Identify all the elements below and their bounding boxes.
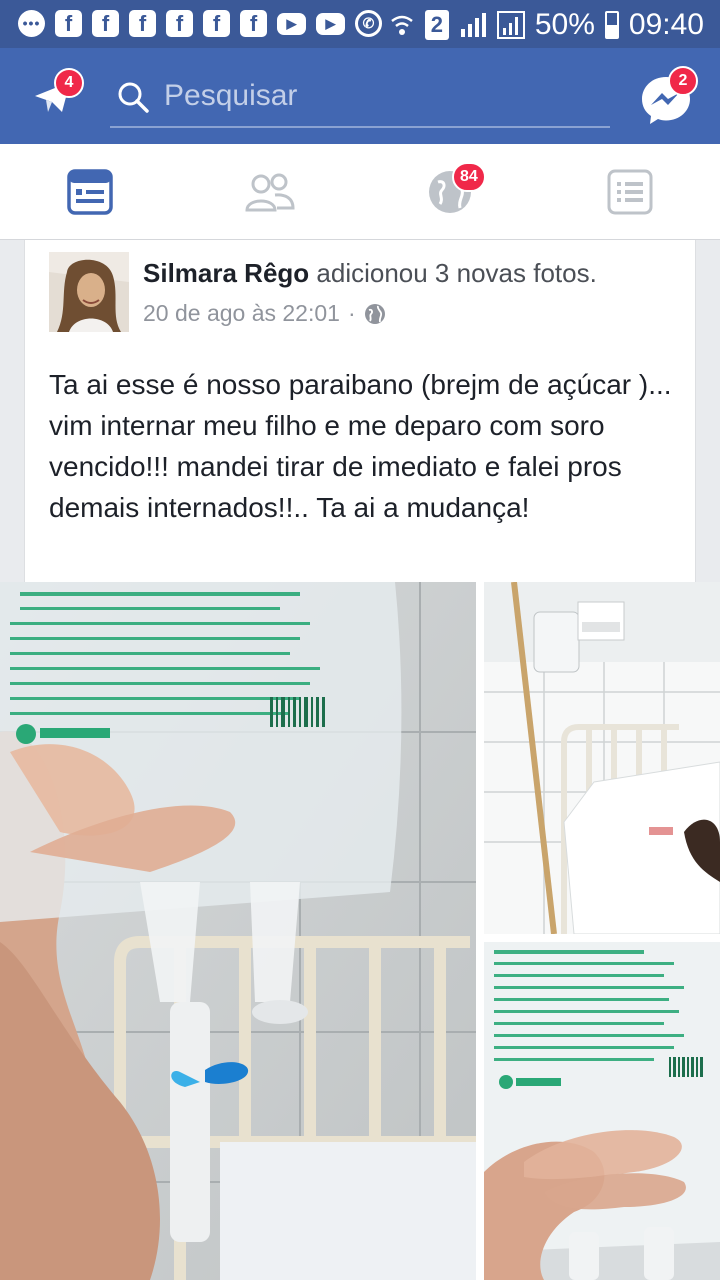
facebook-icon: f <box>203 10 230 37</box>
tab-news-feed[interactable] <box>0 144 180 240</box>
whatsapp-icon: ✆ <box>355 10 382 37</box>
meta-separator: · <box>347 300 356 326</box>
tab-menu[interactable] <box>540 144 720 240</box>
post-action: adicionou 3 novas fotos. <box>309 258 597 288</box>
messenger-badge: 2 <box>668 66 698 96</box>
friends-icon <box>245 173 295 212</box>
post-timestamp[interactable]: 20 de ago às 22:01 <box>143 300 340 327</box>
facebook-icon: f <box>240 10 267 37</box>
tab-notifications[interactable]: 84 <box>360 144 540 240</box>
youtube-icon: ▶ <box>316 12 345 35</box>
wifi-icon <box>391 15 413 35</box>
saline-bag-photo[interactable] <box>0 582 476 1280</box>
tab-friends[interactable] <box>180 144 360 240</box>
clock: 09:40 <box>628 8 704 41</box>
globe-icon <box>364 303 385 324</box>
author-name[interactable]: Silmara Rêgo <box>143 258 309 288</box>
signal-icon <box>496 11 525 39</box>
menu-list-icon <box>607 169 653 215</box>
notifications-badge: 4 <box>54 68 84 98</box>
battery-icon <box>604 11 619 39</box>
avatar[interactable] <box>49 252 129 332</box>
signal-icon <box>460 13 486 37</box>
facebook-icon: f <box>55 10 82 37</box>
status-bar: ••• f f f f f f ▶ ▶ ✆ 2 50% 09:40 <box>0 0 720 48</box>
post-body: Ta ai esse é nosso paraibano (brejm de a… <box>49 369 672 523</box>
search-icon <box>118 82 149 113</box>
search-input[interactable] <box>164 76 594 116</box>
post-header: Silmara Rêgo adicionou 3 novas fotos. <box>143 258 597 289</box>
notifications-count-badge: 84 <box>452 162 486 192</box>
tab-bar: 84 <box>0 144 720 240</box>
sim-icon: 2 <box>424 10 449 40</box>
facebook-icon: f <box>129 10 156 37</box>
notification-icons: ••• f f f f f f ▶ ▶ ✆ <box>18 10 382 37</box>
photo-grid <box>0 582 720 1280</box>
saline-bag-closeup-photo[interactable] <box>484 942 720 1280</box>
system-status: 2 50% 09:40 <box>389 8 704 42</box>
youtube-icon: ▶ <box>277 12 306 35</box>
post-meta: 20 de ago às 22:01 · <box>143 300 386 327</box>
profile-photo <box>49 252 129 332</box>
top-bar: 4 2 <box>0 48 720 144</box>
facebook-icon: f <box>166 10 193 37</box>
facebook-icon: f <box>92 10 119 37</box>
news-feed-icon <box>67 169 113 215</box>
battery-percent: 50% <box>534 8 595 41</box>
hospital-bed-photo[interactable] <box>484 582 720 934</box>
chat-bubble-icon: ••• <box>18 10 45 37</box>
search-bar[interactable] <box>110 72 610 128</box>
